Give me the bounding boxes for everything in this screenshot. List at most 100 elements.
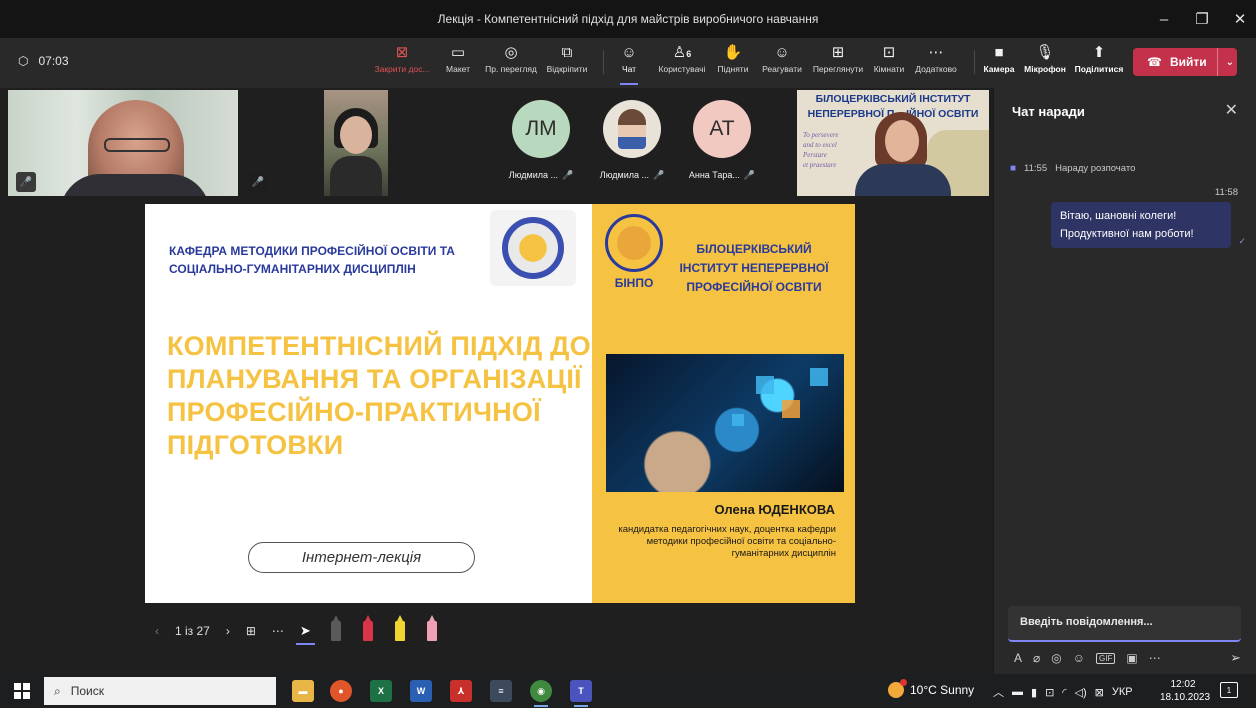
- more-icon[interactable]: ⋯: [1149, 651, 1161, 665]
- chat-message[interactable]: Вітаю, шановні колеги! Продуктивної нам …: [1051, 202, 1231, 248]
- view-button[interactable]: ⊞ Переглянути: [809, 42, 867, 84]
- taskbar-clock[interactable]: 12:02 18.10.2023: [1160, 678, 1210, 704]
- chat-icon: ☺: [621, 44, 637, 61]
- volume-icon[interactable]: ◁): [1075, 686, 1087, 699]
- teams-icon[interactable]: T: [570, 680, 592, 707]
- participant-avatar-tile[interactable]: Людмила ... 🎤: [589, 100, 675, 180]
- department-emblem: [502, 217, 564, 279]
- participant-name: Анна Тара... 🎤: [688, 170, 756, 180]
- window-title: Лекція - Компетентнісний підхід для майс…: [437, 12, 819, 26]
- input-method-icon[interactable]: ⊠: [1095, 686, 1104, 699]
- participant-avatar-tile[interactable]: АТ Анна Тара... 🎤: [679, 100, 765, 180]
- system-message: ■ 11:55 Нараду розпочато: [1010, 163, 1135, 174]
- black-pen-icon[interactable]: [330, 615, 341, 641]
- slide-overview-icon[interactable]: ⊞: [246, 624, 256, 638]
- previous-slide-icon[interactable]: ‹: [155, 624, 159, 638]
- window-controls: – ❐ ✕: [1156, 0, 1248, 38]
- maximize-button[interactable]: ❐: [1194, 10, 1210, 28]
- close-window-button[interactable]: ✕: [1232, 10, 1248, 28]
- chevron-down-icon[interactable]: ⌄: [1226, 57, 1234, 68]
- message-time: 11:58: [1214, 187, 1238, 198]
- wifi-icon[interactable]: ◜: [1062, 686, 1066, 699]
- taskbar-search[interactable]: ⌕ Поиск: [44, 677, 276, 705]
- pop-out-icon: ⧉: [561, 44, 573, 61]
- avatar: [603, 100, 661, 158]
- camera-button[interactable]: ■ Камера: [982, 42, 1016, 84]
- chat-panel-title: Чат наради: [1012, 104, 1085, 119]
- people-button[interactable]: ♙6 Користувачі: [655, 42, 709, 84]
- institute-abbr: БІНПО: [614, 276, 654, 290]
- system-message-text: Нараду розпочато: [1055, 163, 1136, 174]
- participant-video-tile[interactable]: 🎤: [8, 90, 238, 196]
- send-icon[interactable]: ➢: [1230, 650, 1241, 666]
- pdf-reader-icon[interactable]: ⅄: [450, 680, 472, 702]
- highlighter-icon[interactable]: [394, 615, 405, 641]
- word-icon[interactable]: W: [410, 680, 432, 702]
- laser-pointer-icon[interactable]: ➤: [295, 623, 315, 645]
- meeting-toolbar: ⬡ 07:03 ⊠ Закрити дос... ▭ Макет ◎ Пр. п…: [0, 38, 1256, 88]
- windows-start-icon[interactable]: [14, 683, 30, 699]
- presenter-controls: ‹ 1 із 27 › ⊞ ⋯ ➤: [155, 615, 459, 645]
- weather-widget[interactable]: 10°C Sunny: [888, 679, 974, 698]
- red-pen-icon[interactable]: [362, 615, 373, 641]
- display-icon[interactable]: ⊡: [1045, 686, 1054, 699]
- eraser-icon[interactable]: [426, 615, 437, 641]
- chrome-icon[interactable]: ◉: [530, 680, 552, 707]
- next-slide-icon[interactable]: ›: [226, 624, 230, 638]
- minimize-button[interactable]: –: [1156, 11, 1172, 28]
- firefox-icon[interactable]: ●: [330, 680, 352, 702]
- compose-toolbar: A ⌀ ◎ ☺ GIF ▣ ⋯ ➢: [1014, 648, 1241, 668]
- layout-button[interactable]: ▭ Макет: [441, 42, 475, 84]
- presenter-face: [885, 120, 919, 162]
- shield-icon: ⬡: [18, 54, 29, 68]
- more-button[interactable]: ⋯ Додатково: [912, 42, 960, 84]
- format-icon[interactable]: A: [1014, 651, 1022, 665]
- people-icon: ♙6: [672, 44, 692, 61]
- gif-icon[interactable]: GIF: [1096, 652, 1116, 664]
- language-indicator[interactable]: УКР: [1112, 686, 1133, 698]
- stop-sharing-button[interactable]: ⊠ Закрити дос...: [372, 42, 432, 84]
- sticker-icon[interactable]: ▣: [1126, 651, 1137, 665]
- excel-icon[interactable]: X: [370, 680, 392, 702]
- decor-cube: [810, 368, 828, 386]
- usb-icon[interactable]: ▮: [1031, 686, 1037, 699]
- preview-button[interactable]: ◎ Пр. перегляд: [483, 42, 539, 84]
- file-explorer-icon[interactable]: ▬: [292, 680, 314, 702]
- background-motto: To persevere and to excel Perstare et pr…: [803, 131, 839, 169]
- slide-title: КОМПЕТЕНТНІСНИЙ ПІДХІД ДО ПЛАНУВАННЯ ТА …: [167, 331, 591, 460]
- chat-button[interactable]: ☺ Чат: [616, 42, 642, 85]
- timer-label: 07:03: [38, 54, 69, 68]
- system-tray: ︿ ▬ ▮ ⊡ ◜ ◁) ⊠ УКР: [993, 684, 1133, 700]
- mic-icon: 🎙: [1035, 44, 1055, 61]
- compose-message-input[interactable]: Введіть повідомлення...: [1008, 606, 1241, 642]
- leave-button[interactable]: ☎ Вийти ⌄: [1133, 48, 1237, 76]
- avatar: АТ: [693, 100, 751, 158]
- raise-hand-button[interactable]: ✋ Підняти: [715, 42, 751, 84]
- search-icon: ⌕: [54, 683, 61, 698]
- chat-panel: Чат наради ✕ ■ 11:55 Нараду розпочато 11…: [993, 88, 1256, 674]
- department-logo: [490, 210, 576, 286]
- participant-avatar-tile[interactable]: ЛМ Людмила ... 🎤: [498, 100, 584, 180]
- loop-icon[interactable]: ◎: [1051, 651, 1061, 665]
- media-app-icon[interactable]: ≡: [490, 680, 512, 702]
- rooms-button[interactable]: ⊡ Кімнати: [871, 42, 907, 84]
- more-options-icon[interactable]: ⋯: [272, 624, 284, 638]
- attach-icon[interactable]: ⌀: [1033, 651, 1040, 665]
- participant-video-tile[interactable]: [324, 90, 388, 196]
- toolbar-divider: [974, 50, 975, 74]
- eye-icon: ◎: [504, 44, 518, 61]
- battery-icon[interactable]: ▬: [1012, 686, 1023, 698]
- emoji-icon[interactable]: ☺: [1073, 651, 1085, 665]
- mic-button[interactable]: 🎙 Мікрофон: [1021, 42, 1069, 84]
- more-icon: ⋯: [928, 44, 944, 61]
- share-button[interactable]: ⬆ Поділитися: [1074, 42, 1124, 84]
- raise-hand-icon: ✋: [723, 44, 743, 61]
- clock-time: 12:02: [1170, 679, 1196, 690]
- pop-out-button[interactable]: ⧉ Відкріпити: [544, 42, 590, 84]
- decor-cube: [756, 376, 774, 394]
- notification-icon[interactable]: 1: [1220, 682, 1238, 698]
- presenter-video-tile[interactable]: БІЛОЦЕРКІВСЬКИЙ ІНСТИТУТ НЕПЕРЕРВНОЇ П..…: [797, 90, 989, 196]
- chevron-up-icon[interactable]: ︿: [993, 684, 1004, 700]
- close-icon[interactable]: ✕: [1225, 100, 1238, 120]
- react-button[interactable]: ☺ Реагувати: [759, 42, 805, 84]
